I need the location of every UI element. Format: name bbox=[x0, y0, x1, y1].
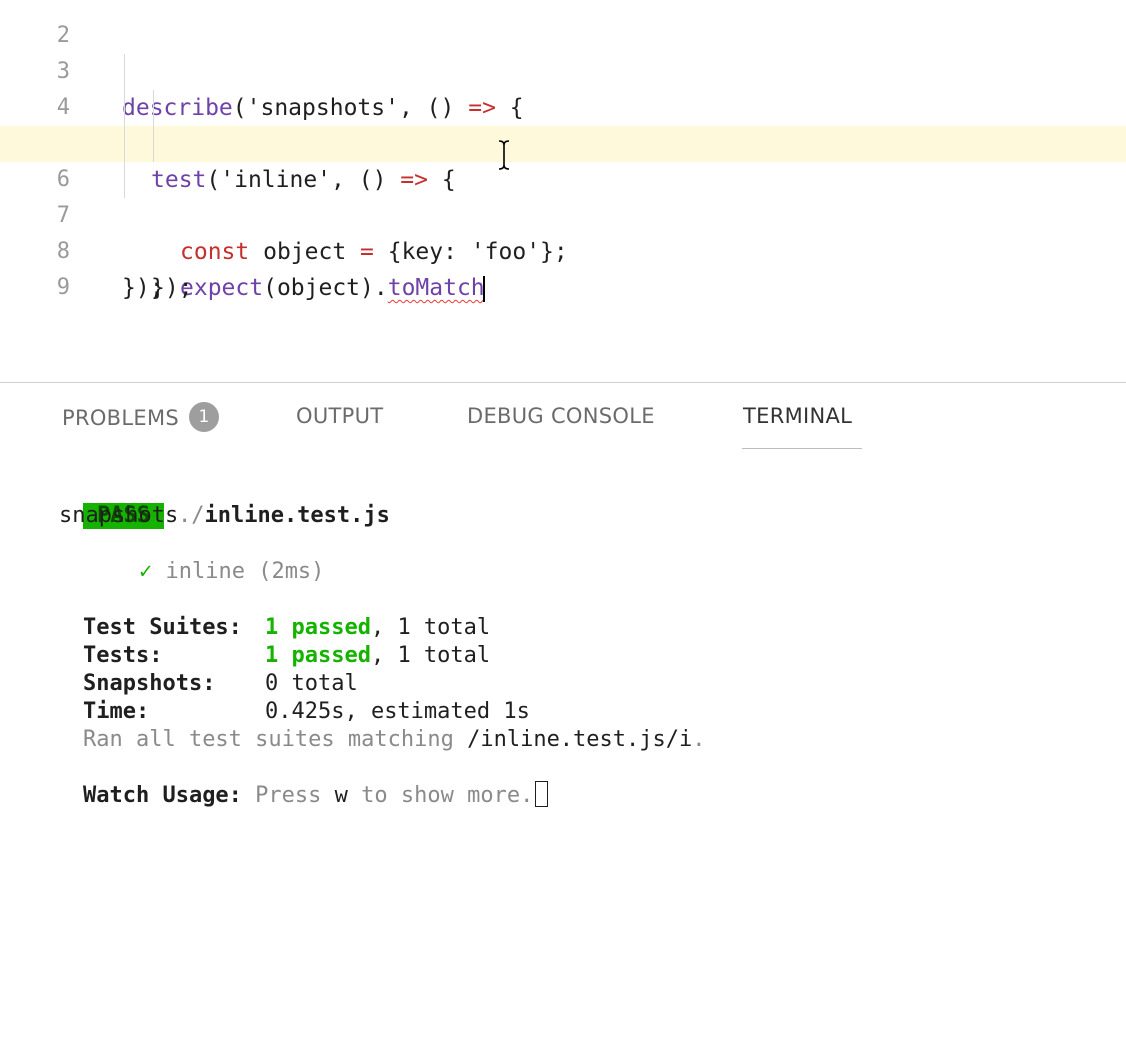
panel-tabs: PROBLEMS 1 OUTPUT DEBUG CONSOLE TERMINAL bbox=[0, 383, 1126, 451]
file-name: inline.test.js bbox=[204, 503, 390, 528]
test-result: ✓ inline (2ms) bbox=[86, 530, 324, 584]
watch-rest: to show more. bbox=[347, 783, 534, 808]
problems-count-badge: 1 bbox=[189, 402, 220, 432]
suite-name: snapshots bbox=[59, 503, 179, 528]
text-caret bbox=[482, 275, 485, 302]
ibeam-cursor-icon bbox=[498, 140, 510, 170]
line-number: 9 bbox=[56, 275, 70, 300]
indent-guide bbox=[153, 90, 154, 126]
ran-all-line: Ran all test suites matching /inline.tes… bbox=[30, 698, 706, 752]
indent-guide bbox=[124, 126, 125, 162]
indent-guide bbox=[124, 90, 125, 126]
code-line-6-current: 6 expect(object).toMatch bbox=[0, 126, 1126, 302]
summary-total: , 1 total bbox=[370, 643, 491, 668]
summary-time: Time: 0.425s, estimated 1s bbox=[30, 670, 530, 724]
token-method-error: toMatch bbox=[387, 275, 485, 301]
code-text: }); bbox=[122, 275, 164, 301]
active-tab-indicator bbox=[742, 448, 862, 449]
watch-press: Press bbox=[241, 783, 335, 808]
code-line-7: 7 }); bbox=[0, 162, 1126, 301]
tab-debug-console[interactable]: DEBUG CONSOLE bbox=[467, 404, 655, 428]
watch-key: w bbox=[334, 783, 348, 808]
tab-output[interactable]: OUTPUT bbox=[296, 404, 383, 428]
test-name: inline (2ms) bbox=[165, 559, 325, 584]
ran-prefix: Ran all test suites matching bbox=[82, 727, 468, 752]
indent-guide bbox=[124, 54, 125, 90]
code-line-3: 3 describe('snapshots', () => { bbox=[0, 18, 1126, 121]
ran-pattern: /inline.test.js/i bbox=[467, 727, 693, 752]
terminal-cursor bbox=[535, 781, 549, 807]
code-line-5: 5 const object = {key: 'foo'}; bbox=[0, 90, 1126, 265]
file-path-prefix: ./ bbox=[177, 503, 205, 528]
ran-suffix: . bbox=[692, 727, 706, 752]
check-icon: ✓ bbox=[138, 559, 153, 584]
summary-tests: Tests: 1 passed, 1 total bbox=[30, 614, 490, 668]
test-file-result: PASS ./inline.test.js bbox=[30, 474, 390, 529]
code-line-8: 8 }); bbox=[0, 198, 1126, 301]
indent-guide bbox=[124, 162, 125, 198]
watch-label: Watch Usage: bbox=[82, 783, 242, 808]
code-line-4: 4 test('inline', () => { bbox=[0, 54, 1126, 193]
tab-problems-label: PROBLEMS bbox=[62, 406, 180, 430]
code-editor[interactable]: 2 3 describe('snapshots', () => { 4 test… bbox=[0, 0, 1126, 382]
code-text: expect(object).toMatch bbox=[180, 270, 485, 306]
summary-snapshots: Snapshots: 0 total bbox=[30, 642, 358, 696]
tab-problems[interactable]: PROBLEMS 1 bbox=[62, 402, 220, 434]
code-line-9: 9 bbox=[0, 234, 1126, 300]
watch-usage-line: Watch Usage: Press w to show more. bbox=[30, 754, 549, 808]
summary-suites: Test Suites: 1 passed, 1 total bbox=[30, 586, 490, 640]
tab-terminal[interactable]: TERMINAL bbox=[743, 404, 852, 428]
code-line-2: 2 bbox=[0, 0, 1126, 48]
indent-guide bbox=[153, 126, 154, 162]
token-args: (object). bbox=[263, 275, 388, 301]
